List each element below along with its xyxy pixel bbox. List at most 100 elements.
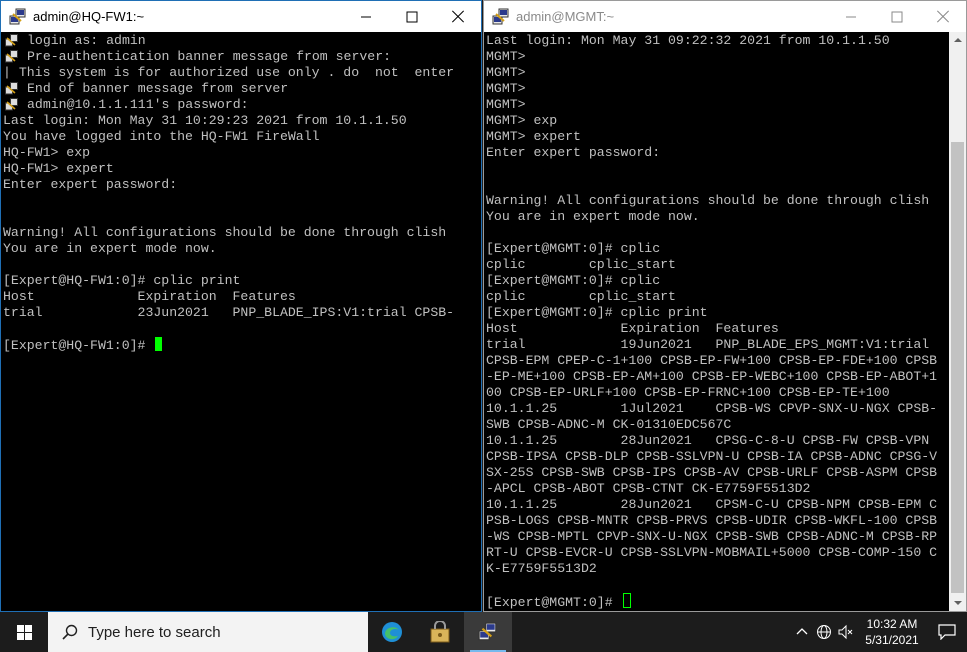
start-button[interactable] — [0, 612, 48, 652]
terminal-line: PSB-LOGS CPSB-MNTR CPSB-PRVS CPSB-UDIR C… — [486, 513, 938, 528]
terminal-line: HQ-FW1> exp — [3, 145, 91, 160]
terminal-line: Warning! All configurations should be do… — [486, 193, 930, 208]
terminal-line: MGMT> — [486, 65, 526, 80]
maximize-button[interactable] — [389, 1, 435, 32]
terminal-prompt-line[interactable]: [Expert@MGMT:0]# — [486, 593, 949, 610]
title-bar[interactable]: admin@HQ-FW1:~ — [1, 1, 481, 32]
volume-button[interactable] — [835, 612, 857, 652]
terminal-line: You have logged into the HQ-FW1 FireWall — [3, 129, 320, 144]
maximize-icon — [891, 11, 903, 22]
search-icon — [62, 624, 78, 640]
terminal-line: Host Expiration Features — [3, 289, 296, 304]
terminal-line: HQ-FW1> expert — [3, 161, 114, 176]
terminal-line: CPSB-IPSA CPSB-DLP CPSB-SSLVPN-U CPSB-IA… — [486, 449, 938, 464]
maximize-icon — [406, 11, 418, 22]
lock-vault-icon — [430, 621, 450, 643]
terminal-line: | This system is for authorized use only… — [3, 65, 455, 80]
terminal-prompt-line[interactable]: [Expert@HQ-FW1:0]# — [3, 337, 481, 353]
terminal-line: [Expert@MGMT:0]# cplic print — [486, 305, 708, 320]
notification-icon — [938, 624, 956, 640]
terminal-line: Last login: Mon May 31 09:22:32 2021 fro… — [486, 33, 890, 48]
taskbar-putty-button[interactable] — [464, 612, 512, 652]
terminal-line: 10.1.1.25 28Jun2021 CPSG-C-8-U CPSB-FW C… — [486, 433, 930, 448]
terminal-line: MGMT> — [486, 81, 526, 96]
putty-event-icon — [5, 50, 19, 63]
show-hidden-icons-button[interactable] — [791, 612, 813, 652]
prompt-text: [Expert@MGMT:0]# — [486, 595, 621, 610]
terminal-line: login as: admin — [3, 33, 481, 49]
terminal-line: End of banner message from server — [3, 81, 481, 97]
scrollbar-thumb[interactable] — [951, 142, 964, 593]
prompt-text: [Expert@HQ-FW1:0]# — [3, 338, 154, 353]
scroll-up-button[interactable] — [949, 32, 966, 49]
putty-event-icon — [5, 34, 19, 47]
action-center-button[interactable] — [927, 612, 967, 652]
terminal-line: admin@10.1.1.111's password: — [3, 97, 481, 113]
terminal-output[interactable]: login as: admin Pre-authentication banner… — [1, 32, 481, 611]
terminal-line: MGMT> exp — [486, 113, 558, 128]
scroll-down-button[interactable] — [949, 594, 966, 611]
terminal-line: Enter expert password: — [486, 145, 661, 160]
terminal-line: Host Expiration Features — [486, 321, 779, 336]
close-button[interactable] — [435, 1, 481, 32]
minimize-button[interactable] — [828, 1, 874, 32]
terminal-line: trial 23Jun2021 PNP_BLADE_IPS:V1:trial C… — [3, 305, 455, 320]
minimize-icon — [846, 16, 856, 17]
terminal-line: cplic cplic_start — [486, 289, 676, 304]
terminal-line: MGMT> expert — [486, 129, 581, 144]
close-icon — [937, 11, 949, 23]
terminal-line: [Expert@MGMT:0]# cplic — [486, 273, 661, 288]
terminal-line: [Expert@HQ-FW1:0]# cplic print — [3, 273, 241, 288]
terminal-line: [Expert@MGMT:0]# cplic — [486, 241, 661, 256]
terminal-line: Last login: Mon May 31 10:29:23 2021 fro… — [3, 113, 407, 128]
close-button[interactable] — [920, 1, 966, 32]
putty-icon — [492, 8, 510, 26]
close-icon — [452, 11, 464, 23]
taskbar-edge-button[interactable] — [368, 612, 416, 652]
terminal-line: -APCL CPSB-ABOT CPSB-CTNT CK-E7759F5513D… — [486, 481, 811, 496]
chevron-up-icon — [796, 628, 808, 635]
title-bar[interactable]: admin@MGMT:~ — [484, 1, 966, 32]
terminal-line: 10.1.1.25 28Jun2021 CPSM-C-U CPSB-NPM CP… — [486, 497, 938, 512]
text-cursor — [622, 593, 631, 608]
clock-time: 10:32 AM — [866, 617, 918, 631]
putty-icon — [478, 622, 497, 641]
terminal-output[interactable]: Last login: Mon May 31 09:22:32 2021 fro… — [484, 32, 949, 611]
window-title: admin@MGMT:~ — [516, 9, 615, 24]
terminal-line: SX-25S CPSB-SWB CPSB-IPS CPSB-AV CPSB-UR… — [486, 465, 938, 480]
terminal-line: CPSB-EPM CPEP-C-1+100 CPSB-EP-FW+100 CPS… — [486, 353, 938, 368]
putty-window-hq-fw1[interactable]: admin@HQ-FW1:~ login as: admin Pre-authen… — [0, 0, 482, 612]
maximize-button[interactable] — [874, 1, 920, 32]
taskbar-vault-button[interactable] — [416, 612, 464, 652]
terminal-line: trial 19Jun2021 PNP_BLADE_EPS_MGMT:V1:tr… — [486, 337, 930, 352]
terminal-line: You are in expert mode now. — [486, 209, 700, 224]
clock[interactable]: 10:32 AM 5/31/2021 — [857, 616, 927, 648]
window-title: admin@HQ-FW1:~ — [33, 9, 145, 24]
minimize-icon — [361, 16, 371, 17]
terminal-line: 00 CPSB-EP-URLF+100 CPSB-EP-FRNC+100 CPS… — [486, 385, 890, 400]
taskbar: Type here to search 10:32 AM 5/31/2021 — [0, 612, 967, 652]
putty-event-icon — [5, 98, 19, 111]
search-box[interactable]: Type here to search — [48, 612, 368, 652]
putty-event-icon — [5, 82, 19, 95]
network-button[interactable] — [813, 612, 835, 652]
text-cursor — [155, 337, 163, 351]
terminal-line: MGMT> — [486, 49, 526, 64]
vertical-scrollbar[interactable] — [949, 32, 966, 611]
minimize-button[interactable] — [343, 1, 389, 32]
clock-date: 5/31/2021 — [865, 633, 919, 647]
terminal-line: Warning! All configurations should be do… — [3, 225, 447, 240]
putty-icon — [9, 8, 27, 26]
network-globe-icon — [817, 625, 831, 639]
terminal-line: cplic cplic_start — [486, 257, 676, 272]
terminal-line: Enter expert password: — [3, 177, 178, 192]
terminal-line: -EP-ME+100 CPSB-EP-AM+100 CPSB-EP-WEBC+1… — [486, 369, 938, 384]
putty-window-mgmt[interactable]: admin@MGMT:~ Last login: Mon May 31 09:2… — [483, 0, 967, 612]
